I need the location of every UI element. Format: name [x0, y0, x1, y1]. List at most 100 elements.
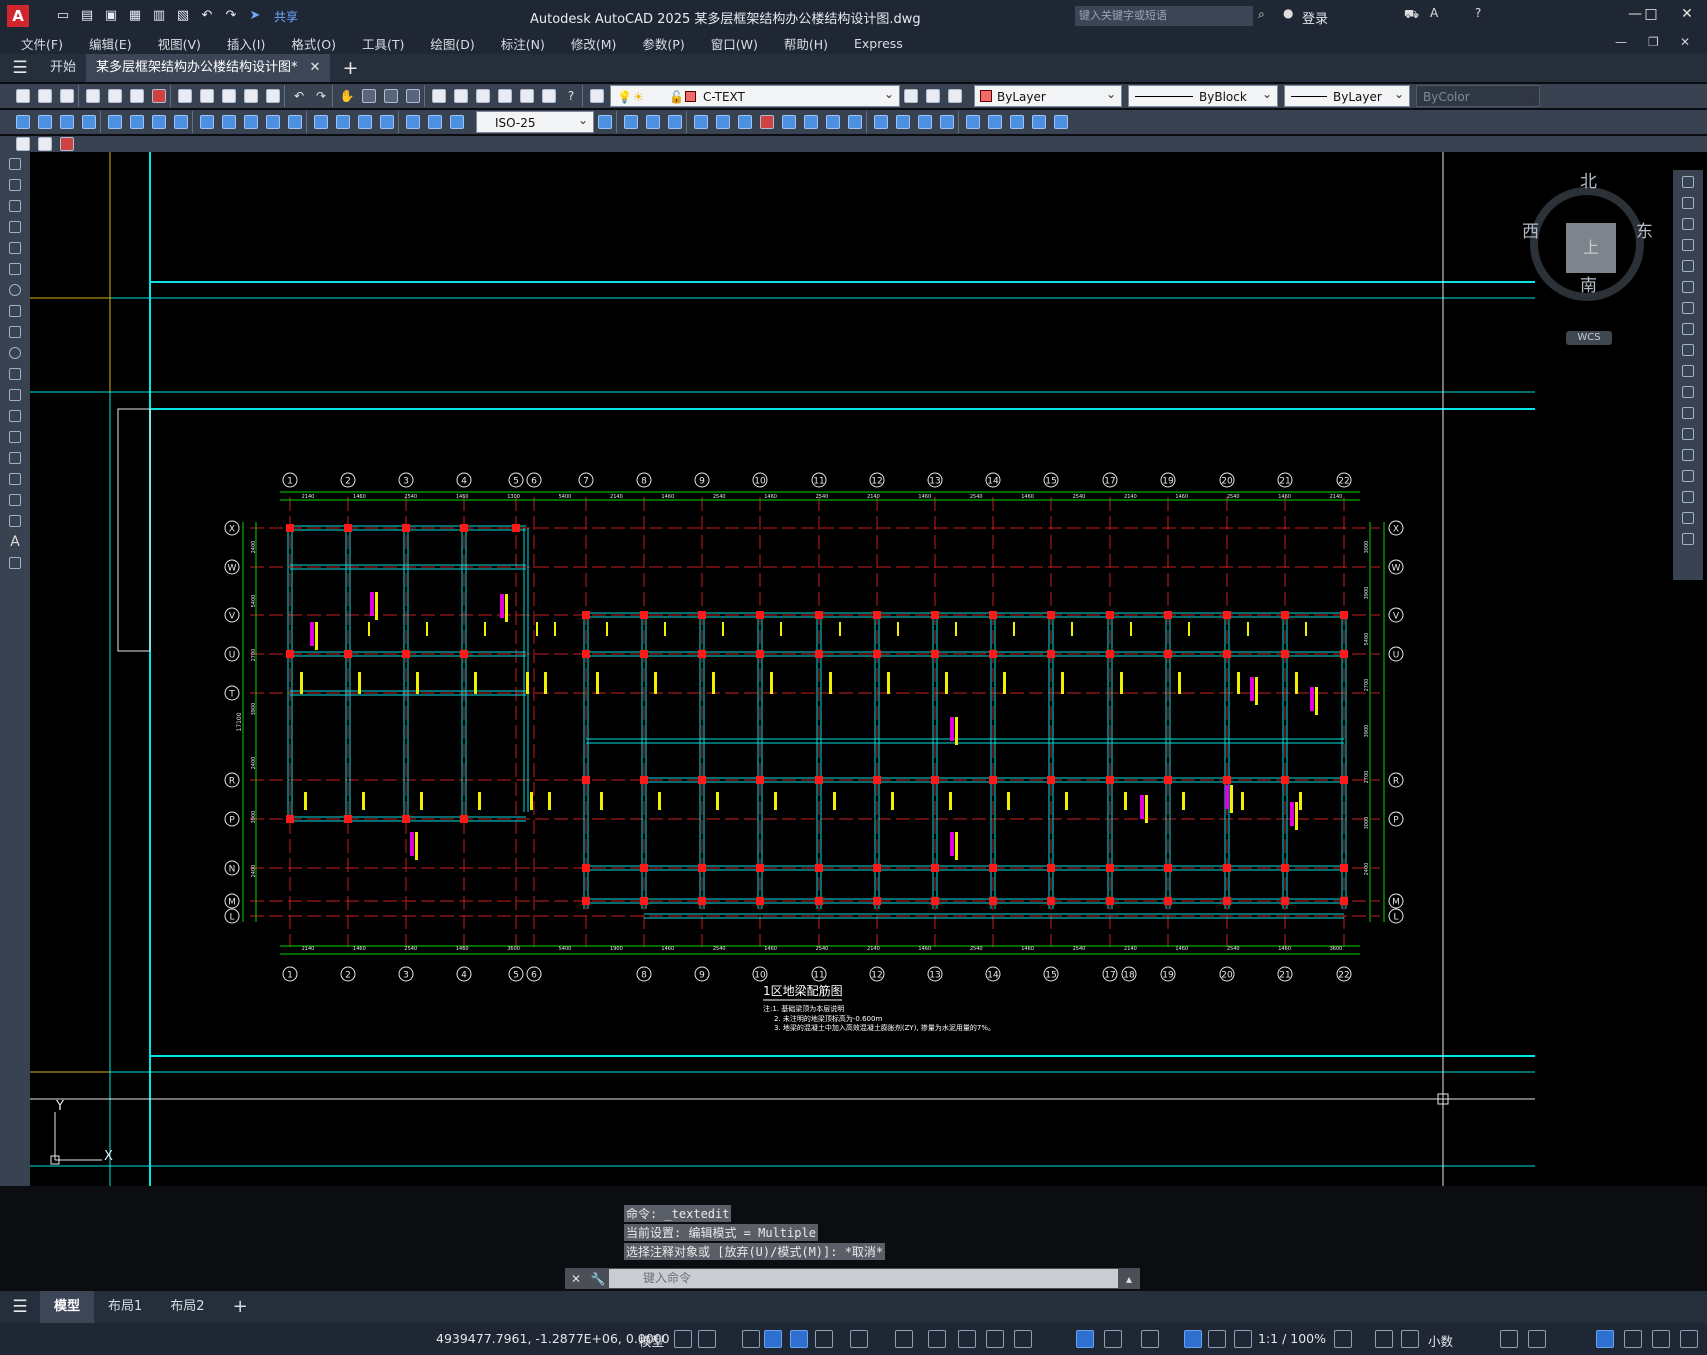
compass-east[interactable]: 东: [1636, 217, 1653, 242]
extend-icon[interactable]: [1677, 383, 1699, 401]
menu-draw[interactable]: 绘图(D): [417, 34, 487, 53]
designcenter-icon[interactable]: [450, 85, 472, 107]
search-input[interactable]: 键入关键字或短语: [1075, 6, 1253, 26]
close-tab-icon[interactable]: ✕: [310, 60, 321, 75]
modify-copy-icon[interactable]: [642, 111, 664, 133]
polygon-icon[interactable]: [4, 218, 26, 236]
modify-offset-icon[interactable]: [690, 111, 712, 133]
customization-icon[interactable]: [1680, 1330, 1698, 1348]
spline-icon[interactable]: [4, 323, 26, 341]
save-as-icon[interactable]: ▦: [126, 7, 144, 25]
share-button[interactable]: 共享: [274, 8, 298, 25]
dimbreak-icon[interactable]: [284, 111, 306, 133]
transparency-icon[interactable]: [958, 1330, 976, 1348]
modify-spline-icon[interactable]: [1050, 111, 1072, 133]
add-layout-button[interactable]: +: [219, 1291, 262, 1323]
workspace-gear-icon[interactable]: [1334, 1330, 1352, 1348]
open-icon[interactable]: [34, 85, 56, 107]
share-icon[interactable]: ➤: [246, 7, 264, 25]
rotate-icon[interactable]: [1677, 299, 1699, 317]
isodraft-icon[interactable]: [815, 1330, 833, 1348]
annotation-monitor-icon[interactable]: [1375, 1330, 1393, 1348]
hatch-icon[interactable]: [4, 449, 26, 467]
help-icon-toolbar[interactable]: ?: [560, 85, 582, 107]
aligned-dim-icon[interactable]: [34, 111, 56, 133]
modify-scale-icon[interactable]: [778, 111, 800, 133]
continue-dim-icon[interactable]: [240, 111, 262, 133]
print-icon[interactable]: ▧: [174, 7, 192, 25]
compass-west[interactable]: 西: [1522, 217, 1539, 242]
app-menu-button[interactable]: A: [0, 0, 36, 32]
qnew-icon[interactable]: [12, 85, 34, 107]
quick-properties-icon[interactable]: [1500, 1330, 1518, 1348]
modify-array-icon[interactable]: [712, 111, 734, 133]
modify-join-icon[interactable]: [892, 111, 914, 133]
polyline-icon[interactable]: [4, 197, 26, 215]
tab-drawing[interactable]: 某多层框架结构办公楼结构设计图* ✕: [86, 54, 331, 82]
annotation-scale-icon[interactable]: [1234, 1330, 1252, 1348]
plot-icon[interactable]: [82, 85, 104, 107]
clean-screen-icon[interactable]: [1652, 1330, 1670, 1348]
undo-icon-toolbar[interactable]: ↶: [288, 85, 310, 107]
diameter-dim-icon[interactable]: [148, 111, 170, 133]
trim-icon[interactable]: [1677, 362, 1699, 380]
save-icon-toolbar[interactable]: [56, 85, 78, 107]
make-block-icon[interactable]: [4, 407, 26, 425]
mirror-icon[interactable]: [1677, 215, 1699, 233]
scale-icon[interactable]: [1677, 320, 1699, 338]
tab-start[interactable]: 开始: [40, 54, 86, 82]
dimstyle-dropdown[interactable]: ISO-25: [476, 109, 594, 133]
drawing-canvas[interactable]: 1 2 3 4 5 6 7 8 9 10 11 12 13 14 15 17 19 20 21 221 2 3 4 5 6 8 9 1…: [30, 152, 1535, 1186]
linear-dim-icon[interactable]: [12, 111, 34, 133]
color-dropdown[interactable]: ByLayer: [974, 83, 1122, 107]
polar-icon[interactable]: [790, 1330, 808, 1348]
modify-align-icon[interactable]: [1006, 111, 1028, 133]
toolpalettes-icon[interactable]: [472, 85, 494, 107]
text-style-icon[interactable]: [56, 136, 78, 152]
save-icon[interactable]: ▣: [102, 7, 120, 25]
new-file-icon[interactable]: ▭: [54, 7, 72, 25]
add-selected-icon[interactable]: [4, 554, 26, 572]
ortho-icon[interactable]: [764, 1330, 782, 1348]
blend-curves-icon[interactable]: [1677, 509, 1699, 527]
modify-trim-icon[interactable]: [822, 111, 844, 133]
menu-edit[interactable]: 编辑(E): [76, 34, 145, 53]
dynamic-ucs-icon[interactable]: [1076, 1330, 1094, 1348]
gizmo-icon[interactable]: [1141, 1330, 1159, 1348]
paste-icon[interactable]: [218, 85, 240, 107]
modify-break-icon[interactable]: [870, 111, 892, 133]
text-find-icon[interactable]: [34, 136, 56, 152]
lineweight-icon[interactable]: [928, 1330, 946, 1348]
modify-move-icon[interactable]: [734, 111, 756, 133]
dimupdate-icon[interactable]: [446, 111, 468, 133]
arc-icon[interactable]: [4, 260, 26, 278]
menu-parametric[interactable]: 参数(P): [629, 34, 697, 53]
gradient-icon[interactable]: [4, 470, 26, 488]
break-point-icon[interactable]: [1677, 404, 1699, 422]
radius-dim-icon[interactable]: [104, 111, 126, 133]
menu-view[interactable]: 视图(V): [145, 34, 214, 53]
zoom-previous-icon[interactable]: [402, 85, 424, 107]
dimstyle-manager-icon[interactable]: [594, 111, 616, 133]
modify-pedit-icon[interactable]: [1028, 111, 1050, 133]
ordinate-dim-icon[interactable]: [78, 111, 100, 133]
construction-line-icon[interactable]: [4, 176, 26, 194]
dimtedit-icon[interactable]: [424, 111, 446, 133]
compass-north[interactable]: 北: [1580, 167, 1597, 192]
drawing-viewport[interactable]: 1 2 3 4 5 6 7 8 9 10 11 12 13 14 15 17 19 20 21 22 1 2 3 4 5 6 8 9 1…: [30, 152, 1535, 1186]
copy-object-icon[interactable]: [1677, 194, 1699, 212]
properties-icon[interactable]: [428, 85, 450, 107]
tolerance-icon[interactable]: [310, 111, 332, 133]
quick-dim-icon[interactable]: [196, 111, 218, 133]
stretch-icon[interactable]: [1677, 341, 1699, 359]
menu-dimension[interactable]: 标注(N): [488, 34, 558, 53]
auto-scale-icon[interactable]: [1208, 1330, 1226, 1348]
publish-icon[interactable]: ▥: [150, 7, 168, 25]
isolate-objects-icon[interactable]: [1596, 1330, 1614, 1348]
hardware-acceleration-icon[interactable]: [1624, 1330, 1642, 1348]
menu-format[interactable]: 格式(O): [278, 34, 349, 53]
units-dropdown[interactable]: 小数: [1428, 1331, 1453, 1350]
model-space-toggle[interactable]: 模型: [639, 1331, 664, 1350]
layer-states-icon[interactable]: [944, 85, 966, 107]
copy-icon[interactable]: [196, 85, 218, 107]
